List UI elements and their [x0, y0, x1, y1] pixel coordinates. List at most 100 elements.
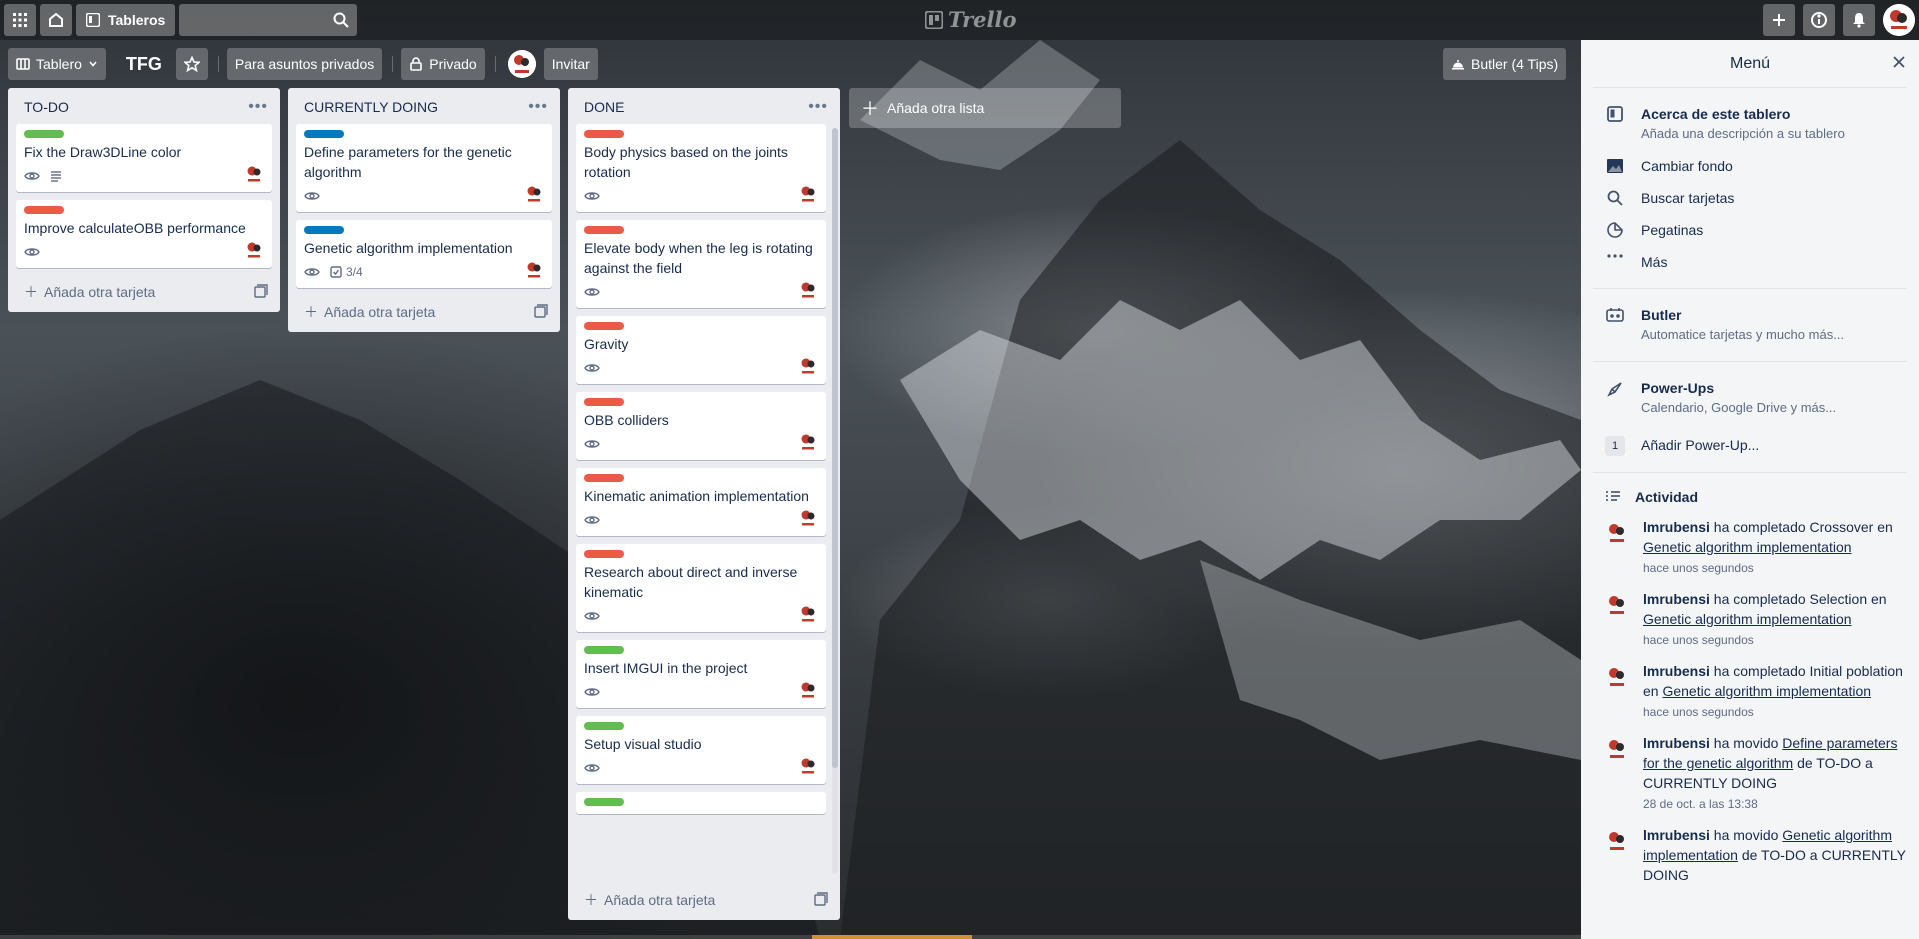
card-member-avatar[interactable]	[796, 754, 820, 778]
info-button[interactable]	[1803, 4, 1835, 36]
card-label[interactable]	[584, 322, 624, 330]
card[interactable]: Gravity	[576, 316, 826, 384]
menu-item-butler[interactable]: Butler Automatice tarjetas y mucho más...	[1581, 299, 1919, 351]
activity-avatar[interactable]	[1601, 825, 1633, 857]
card-label[interactable]	[304, 226, 344, 234]
card-label[interactable]	[584, 474, 624, 482]
card-label[interactable]	[24, 206, 64, 214]
card-member-avatar[interactable]	[522, 182, 546, 206]
more-icon[interactable]: •••	[808, 98, 828, 116]
activity-avatar[interactable]	[1601, 517, 1633, 549]
card-label[interactable]	[584, 398, 624, 406]
menu-item-search[interactable]: Buscar tarjetas	[1581, 182, 1919, 214]
board-member-avatar[interactable]	[507, 50, 536, 78]
more-icon[interactable]: •••	[528, 98, 548, 116]
card-member-avatar[interactable]	[796, 678, 820, 702]
boards-button[interactable]: Tableros	[76, 4, 176, 36]
invite-button[interactable]: Invitar	[543, 48, 598, 80]
star-button[interactable]	[175, 48, 208, 80]
team-button[interactable]: Para asuntos privados	[226, 48, 383, 80]
card[interactable]: OBB colliders	[576, 392, 826, 460]
card-label[interactable]	[304, 130, 344, 138]
card[interactable]: Elevate body when the leg is rotating ag…	[576, 220, 826, 308]
menu-item-more[interactable]: Más	[1581, 246, 1919, 278]
activity-time[interactable]: 28 de oct. a las 13:38	[1643, 795, 1907, 813]
list-title[interactable]: TO-DO	[24, 99, 69, 115]
card[interactable]: Improve calculateOBB performance	[16, 200, 272, 268]
card-member-avatar[interactable]	[242, 238, 266, 262]
add-list-button[interactable]: ＋ Añada otra lista	[849, 88, 1121, 128]
add-powerup-button[interactable]: 1 Añadir Power-Up...	[1581, 424, 1919, 462]
activity-user[interactable]: lmrubensi	[1643, 735, 1710, 751]
notifications-button[interactable]	[1843, 4, 1875, 36]
card[interactable]: Setup visual studio	[576, 716, 826, 784]
user-avatar[interactable]	[1883, 4, 1915, 36]
card-label[interactable]	[584, 550, 624, 558]
activity-avatar[interactable]	[1601, 661, 1633, 693]
scrollbar-thumb[interactable]	[832, 128, 838, 768]
card-label[interactable]	[584, 226, 624, 234]
template-icon[interactable]	[534, 303, 548, 321]
search-input[interactable]	[179, 4, 358, 36]
board-view-switcher[interactable]: Tablero	[8, 48, 106, 80]
card-member-avatar[interactable]	[796, 506, 820, 530]
card[interactable]: Fix the Draw3DLine color	[16, 124, 272, 192]
card[interactable]: Kinematic animation implementation	[576, 468, 826, 536]
visibility-button[interactable]: Privado	[401, 48, 485, 80]
card-member-avatar[interactable]	[242, 162, 266, 186]
activity-user[interactable]: lmrubensi	[1643, 827, 1710, 843]
board-title[interactable]: TFG	[114, 54, 172, 75]
menu-item-board[interactable]: Acerca de este tablero Añada una descripc…	[1581, 98, 1919, 150]
add-card-button[interactable]: ＋ Añada otra tarjeta	[8, 276, 280, 312]
activity-card-link[interactable]: Genetic algorithm implementation	[1643, 611, 1852, 627]
activity-time[interactable]: hace unos segundos	[1643, 559, 1907, 577]
list-currently-doing: CURRENTLY DOING ••• Define parameters fo…	[288, 88, 560, 332]
activity-time[interactable]: hace unos segundos	[1643, 703, 1907, 721]
card-label[interactable]	[584, 722, 624, 730]
add-card-button[interactable]: ＋ Añada otra tarjeta	[288, 296, 560, 332]
trello-logo[interactable]: Trello	[925, 7, 1017, 32]
activity-user[interactable]: lmrubensi	[1643, 591, 1710, 607]
menu-item-sticker[interactable]: Pegatinas	[1581, 214, 1919, 246]
card-member-avatar[interactable]	[796, 430, 820, 454]
list-title[interactable]: CURRENTLY DOING	[304, 99, 438, 115]
search-bar[interactable]	[179, 4, 358, 36]
bottom-scrollbar-thumb[interactable]	[812, 935, 972, 939]
home-button[interactable]	[40, 4, 72, 36]
card-member-avatar[interactable]	[522, 258, 546, 282]
card[interactable]: Define parameters for the genetic algori…	[296, 124, 552, 212]
activity-avatar[interactable]	[1601, 589, 1633, 621]
template-icon[interactable]	[814, 891, 828, 909]
card-member-avatar[interactable]	[796, 278, 820, 302]
activity-user[interactable]: lmrubensi	[1643, 663, 1710, 679]
card-member-avatar[interactable]	[796, 182, 820, 206]
card-label[interactable]	[584, 646, 624, 654]
template-icon[interactable]	[254, 283, 268, 301]
more-icon[interactable]: •••	[248, 98, 268, 116]
card-label[interactable]	[584, 130, 624, 138]
activity-card-link[interactable]: Genetic algorithm implementation	[1643, 539, 1852, 555]
card[interactable]: Research about direct and inverse kinema…	[576, 544, 826, 632]
card-member-avatar[interactable]	[796, 354, 820, 378]
butler-button[interactable]: Butler (4 Tips)	[1443, 48, 1567, 80]
card[interactable]	[576, 792, 826, 814]
list-title[interactable]: DONE	[584, 99, 624, 115]
list-scrollbar[interactable]	[832, 128, 838, 874]
apps-button[interactable]	[4, 4, 36, 36]
activity-user[interactable]: lmrubensi	[1643, 519, 1710, 535]
activity-card-link[interactable]: Genetic algorithm implementation	[1662, 683, 1871, 699]
card[interactable]: Insert IMGUI in the project	[576, 640, 826, 708]
add-card-button[interactable]: ＋ Añada otra tarjeta	[568, 884, 840, 920]
menu-item-powerups[interactable]: Power-Ups Calendario, Google Drive y más.…	[1581, 372, 1919, 424]
activity-avatar[interactable]	[1601, 733, 1633, 765]
menu-item-image[interactable]: Cambiar fondo	[1581, 150, 1919, 182]
bottom-scrollbar[interactable]	[0, 935, 1581, 939]
card-label[interactable]	[24, 130, 64, 138]
card[interactable]: Body physics based on the joints rotatio…	[576, 124, 826, 212]
card-member-avatar[interactable]	[796, 602, 820, 626]
activity-time[interactable]: hace unos segundos	[1643, 631, 1907, 649]
create-button[interactable]	[1763, 4, 1795, 36]
card[interactable]: Genetic algorithm implementation 3/4	[296, 220, 552, 288]
close-icon[interactable]	[1891, 54, 1907, 73]
card-label[interactable]	[584, 798, 624, 806]
